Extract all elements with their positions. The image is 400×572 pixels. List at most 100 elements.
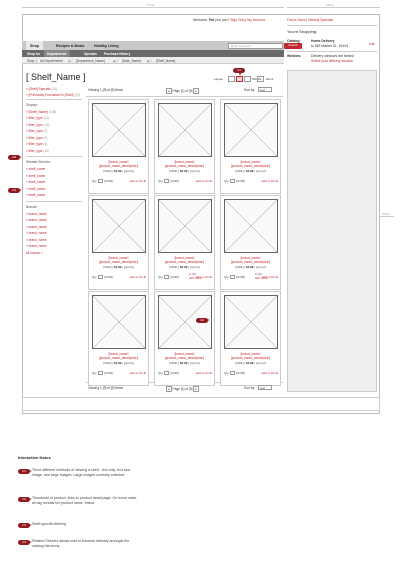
product-description: [product_name_description] [164,260,205,264]
product-size: [SIZE] [235,169,244,173]
find-store-link[interactable]: Find a Store [287,18,305,22]
layout-text-button[interactable] [228,76,235,82]
quantity-input[interactable] [164,179,170,184]
related-shelf-link[interactable]: » shelf_name [26,192,82,199]
product-thumbnail[interactable] [224,295,278,349]
product-name-link[interactable]: [brand_name] [product_name_description] [155,352,214,360]
product-price: [SIZE] | $1.99 | [per/oz] [169,265,200,269]
add-to-list-button[interactable]: add to list ⊕ [196,179,212,183]
related-shelf-label: shelf_name [28,167,46,171]
annotation-badge-1-1: 1.1 [233,68,245,76]
subnav-departments[interactable]: Departments [44,50,70,57]
product-thumbnail[interactable] [92,103,146,157]
quantity-input[interactable] [98,179,104,184]
quantity-input[interactable] [98,371,104,376]
product-name-link[interactable]: [brand_name] [product_name_description] [89,160,148,168]
product-description: [product_name_description] [230,260,271,264]
page-title: [ Shelf_Name ] [26,72,86,82]
add-to-list-button[interactable]: add to list ⊕ [130,179,146,183]
product-name-link[interactable]: [brand_name] [product_name_description] [89,256,148,264]
sort-select-top[interactable]: A-Z [258,87,272,92]
filter-link[interactable]: » filter_type (14) [26,148,82,155]
sort-select-bottom[interactable]: A-Z [258,385,272,390]
product-price: [SIZE] | $1.99 | [per/oz] [103,361,134,365]
add-to-list-button[interactable]: add to list ⊕ [262,371,278,375]
quantity-input[interactable] [98,275,104,280]
right-dimension-label: 180 px [325,4,335,7]
qty-label: Qty: [158,371,164,375]
product-card: [brand_name] [product_name_description] [S… [88,195,149,290]
my-account-link[interactable]: My Account [247,18,265,22]
product-size: [SIZE] [235,361,244,365]
page-text: Page [1] of [9] [172,89,193,93]
product-name-link[interactable]: [brand_name] [product_name_description] [221,352,280,360]
note-badge: 1.3 [18,523,32,528]
qty-label: Qty: [158,275,164,279]
product-thumbnail[interactable] [92,295,146,349]
quantity-input[interactable] [164,275,170,280]
all-brands-link[interactable]: all brands » [26,250,82,257]
breadcrumb-department[interactable]: [Department_Name] [76,59,105,63]
add-to-list-label: add to list [261,179,275,183]
price-value: $1.99 [245,265,254,269]
filter-label: filter_type [28,116,43,120]
quantity-input[interactable] [230,371,236,376]
quantity-input[interactable] [230,179,236,184]
add-to-list-button[interactable]: add to list ⊕ [130,371,146,375]
side-dimension-line [380,216,394,217]
breadcrumb-all-departments[interactable]: All Departments [40,59,63,63]
filter-count: (3) [43,129,48,133]
breadcrumb-shop[interactable]: Shop [27,59,34,63]
product-name-link[interactable]: [brand_name] [product_name_description] [155,160,214,168]
brand-label: brand_name [28,231,47,235]
product-name-link[interactable]: [brand_name] [product_name_description] [89,352,148,360]
show-count-select[interactable]: 9 [257,76,264,82]
sign-out-link[interactable]: Sign Out [230,18,243,22]
filter-label: filter_type [28,135,43,140]
product-thumbnail[interactable] [224,103,278,157]
note-badge: 1.1 [18,469,32,474]
layout-image-button[interactable] [236,76,243,82]
product-thumbnail[interactable] [224,199,278,253]
edit-catalog-link[interactable]: edit [369,42,374,46]
next-page-button[interactable]: ▸ [193,386,199,392]
breadcrumb-aisle[interactable]: [Aisle_Name] [122,59,141,63]
add-to-list-label: add to list [261,371,275,375]
prev-page-button[interactable]: ◂ [166,88,172,94]
page-text: Page [1] of [9] [172,387,193,391]
add-to-list-button[interactable]: add to list ⊕ [196,371,212,375]
quantity-input[interactable] [230,275,236,280]
product-thumbnail[interactable] [158,199,212,253]
product-size: [SIZE] [169,361,178,365]
sort-label-top: Sort by: [244,88,255,92]
weekly-specials-link[interactable]: Weekly Specials [308,18,333,22]
nav-shop-tab[interactable]: Shop [26,41,43,50]
quantity-input[interactable] [164,371,170,376]
product-name-link[interactable]: [brand_name] [product_name_description] [221,160,280,168]
nav-healthy-tab[interactable]: Healthy Living [94,44,119,48]
subnav-purchase-history[interactable]: Purchase History [104,52,130,56]
price-value: $1.99 [245,361,254,365]
previously-purchased-link[interactable]: » [Previously Purchased in [Shelf] (21) [26,93,82,97]
product-thumbnail[interactable] [158,103,212,157]
annotation-badge-1-3: 1.3 [8,155,22,160]
search-input[interactable]: Enter Keyword [228,42,283,49]
add-to-list-button[interactable]: add to list ⊕ [262,179,278,183]
subnav-specials[interactable]: Specials [84,52,97,56]
price-value: $1.99 [179,361,188,365]
add-to-list-button[interactable]: add to list ⊕ [262,275,278,279]
brand-label: brand_name [28,224,47,229]
add-to-list-button[interactable]: add to list ⊕ [196,275,212,279]
add-to-list-button[interactable]: add to list ⊕ [130,275,146,279]
layout-large-button[interactable] [244,76,251,82]
search-button[interactable]: Search [284,42,302,49]
product-card: [brand_name] [product_name_description] [S… [220,99,281,194]
prev-page-button[interactable]: ◂ [166,386,172,392]
select-window-link[interactable]: Select your delivery window [311,59,353,63]
product-thumbnail[interactable] [92,199,146,253]
product-name-link[interactable]: [brand_name] [product_name_description] [221,256,280,264]
next-page-button[interactable]: ▸ [193,88,199,94]
nav-recipes-tab[interactable]: Recipes & Meals [56,44,84,48]
product-name-link[interactable]: [brand_name] [product_name_description] [155,256,214,264]
add-to-list-label: add to list [195,179,209,183]
